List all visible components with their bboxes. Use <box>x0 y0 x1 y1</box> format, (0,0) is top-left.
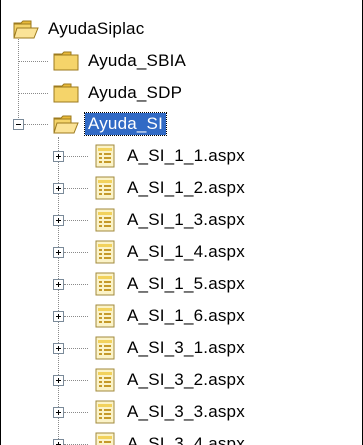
tree-node-label-selected: Ayuda_SI <box>83 112 168 136</box>
tree-node-label: A_SI_1_1.aspx <box>127 146 245 165</box>
tree-line-file <box>64 348 88 349</box>
tree-node-file[interactable]: A_SI_1_2.aspx <box>94 172 248 204</box>
tree-node-label: A_SI_1_6.aspx <box>127 306 245 325</box>
tree-node-ayuda-si[interactable]: Ayuda_SI <box>53 108 168 140</box>
tree-node-label: A_SI_1_5.aspx <box>127 274 245 293</box>
aspx-file-icon <box>95 176 115 200</box>
tree-line-file <box>64 316 88 317</box>
expand-toggle[interactable] <box>53 407 64 418</box>
tree-node-root[interactable]: AyudaSiplac <box>13 13 147 45</box>
tree-line-file <box>64 188 88 189</box>
folder-open-icon <box>53 115 79 134</box>
expand-toggle[interactable] <box>53 439 64 445</box>
tree-node-ayuda-sdp[interactable]: Ayuda_SDP <box>53 77 185 109</box>
folder-icon <box>53 51 79 71</box>
aspx-file-icon <box>95 208 115 232</box>
tree-node-label: Ayuda_SDP <box>88 83 183 102</box>
aspx-file-icon <box>95 272 115 296</box>
tree-node-label: A_SI_3_3.aspx <box>127 402 245 421</box>
tree-line-file <box>64 252 88 253</box>
tree-node-file[interactable]: A_SI_3_1.aspx <box>94 332 248 364</box>
aspx-file-icon <box>95 240 115 264</box>
expand-toggle[interactable] <box>53 375 64 386</box>
tree-node-file[interactable]: A_SI_1_6.aspx <box>94 300 248 332</box>
file-tree: AyudaSiplac Ayuda_SBIA Ayuda_SDP Ayuda_S… <box>0 0 363 445</box>
aspx-file-icon <box>95 400 115 424</box>
expand-toggle[interactable] <box>53 247 64 258</box>
tree-node-file[interactable]: A_SI_3_4.aspx <box>94 428 248 445</box>
tree-node-file[interactable]: A_SI_1_1.aspx <box>94 140 248 172</box>
tree-node-file[interactable]: A_SI_3_2.aspx <box>94 364 248 396</box>
tree-line-si <box>24 124 48 125</box>
expand-toggle[interactable] <box>53 183 64 194</box>
tree-node-label: A_SI_1_4.aspx <box>127 242 245 261</box>
aspx-file-icon <box>95 144 115 168</box>
tree-line-file <box>64 284 88 285</box>
tree-node-label: A_SI_1_3.aspx <box>127 210 245 229</box>
tree-node-label: Ayuda_SBIA <box>88 51 187 70</box>
tree-node-label: AyudaSiplac <box>48 19 145 38</box>
tree-line-file <box>64 220 88 221</box>
tree-node-file[interactable]: A_SI_1_4.aspx <box>94 236 248 268</box>
aspx-file-icon <box>95 368 115 392</box>
expand-toggle[interactable] <box>53 215 64 226</box>
tree-line-file <box>64 412 88 413</box>
tree-line-file <box>64 380 88 381</box>
tree-node-ayuda-sbia[interactable]: Ayuda_SBIA <box>53 45 189 77</box>
tree-node-label: A_SI_3_4.aspx <box>127 434 245 445</box>
expand-toggle[interactable] <box>53 279 64 290</box>
tree-node-label: A_SI_1_2.aspx <box>127 178 245 197</box>
tree-line-file <box>64 156 88 157</box>
folder-icon <box>53 83 79 103</box>
tree-node-file[interactable]: A_SI_1_3.aspx <box>94 204 248 236</box>
expand-toggle[interactable] <box>53 311 64 322</box>
aspx-file-icon <box>95 336 115 360</box>
aspx-file-icon <box>95 432 115 445</box>
collapse-toggle[interactable] <box>13 119 24 130</box>
tree-node-label: A_SI_3_1.aspx <box>127 338 245 357</box>
aspx-file-icon <box>95 304 115 328</box>
folder-open-icon <box>13 20 39 39</box>
expand-toggle[interactable] <box>53 151 64 162</box>
tree-line-root <box>18 32 19 124</box>
expand-toggle[interactable] <box>53 343 64 354</box>
tree-line-sdp <box>18 93 48 94</box>
tree-node-file[interactable]: A_SI_1_5.aspx <box>94 268 248 300</box>
tree-line-sbia <box>18 61 48 62</box>
tree-node-file[interactable]: A_SI_3_3.aspx <box>94 396 248 428</box>
tree-node-label: A_SI_3_2.aspx <box>127 370 245 389</box>
